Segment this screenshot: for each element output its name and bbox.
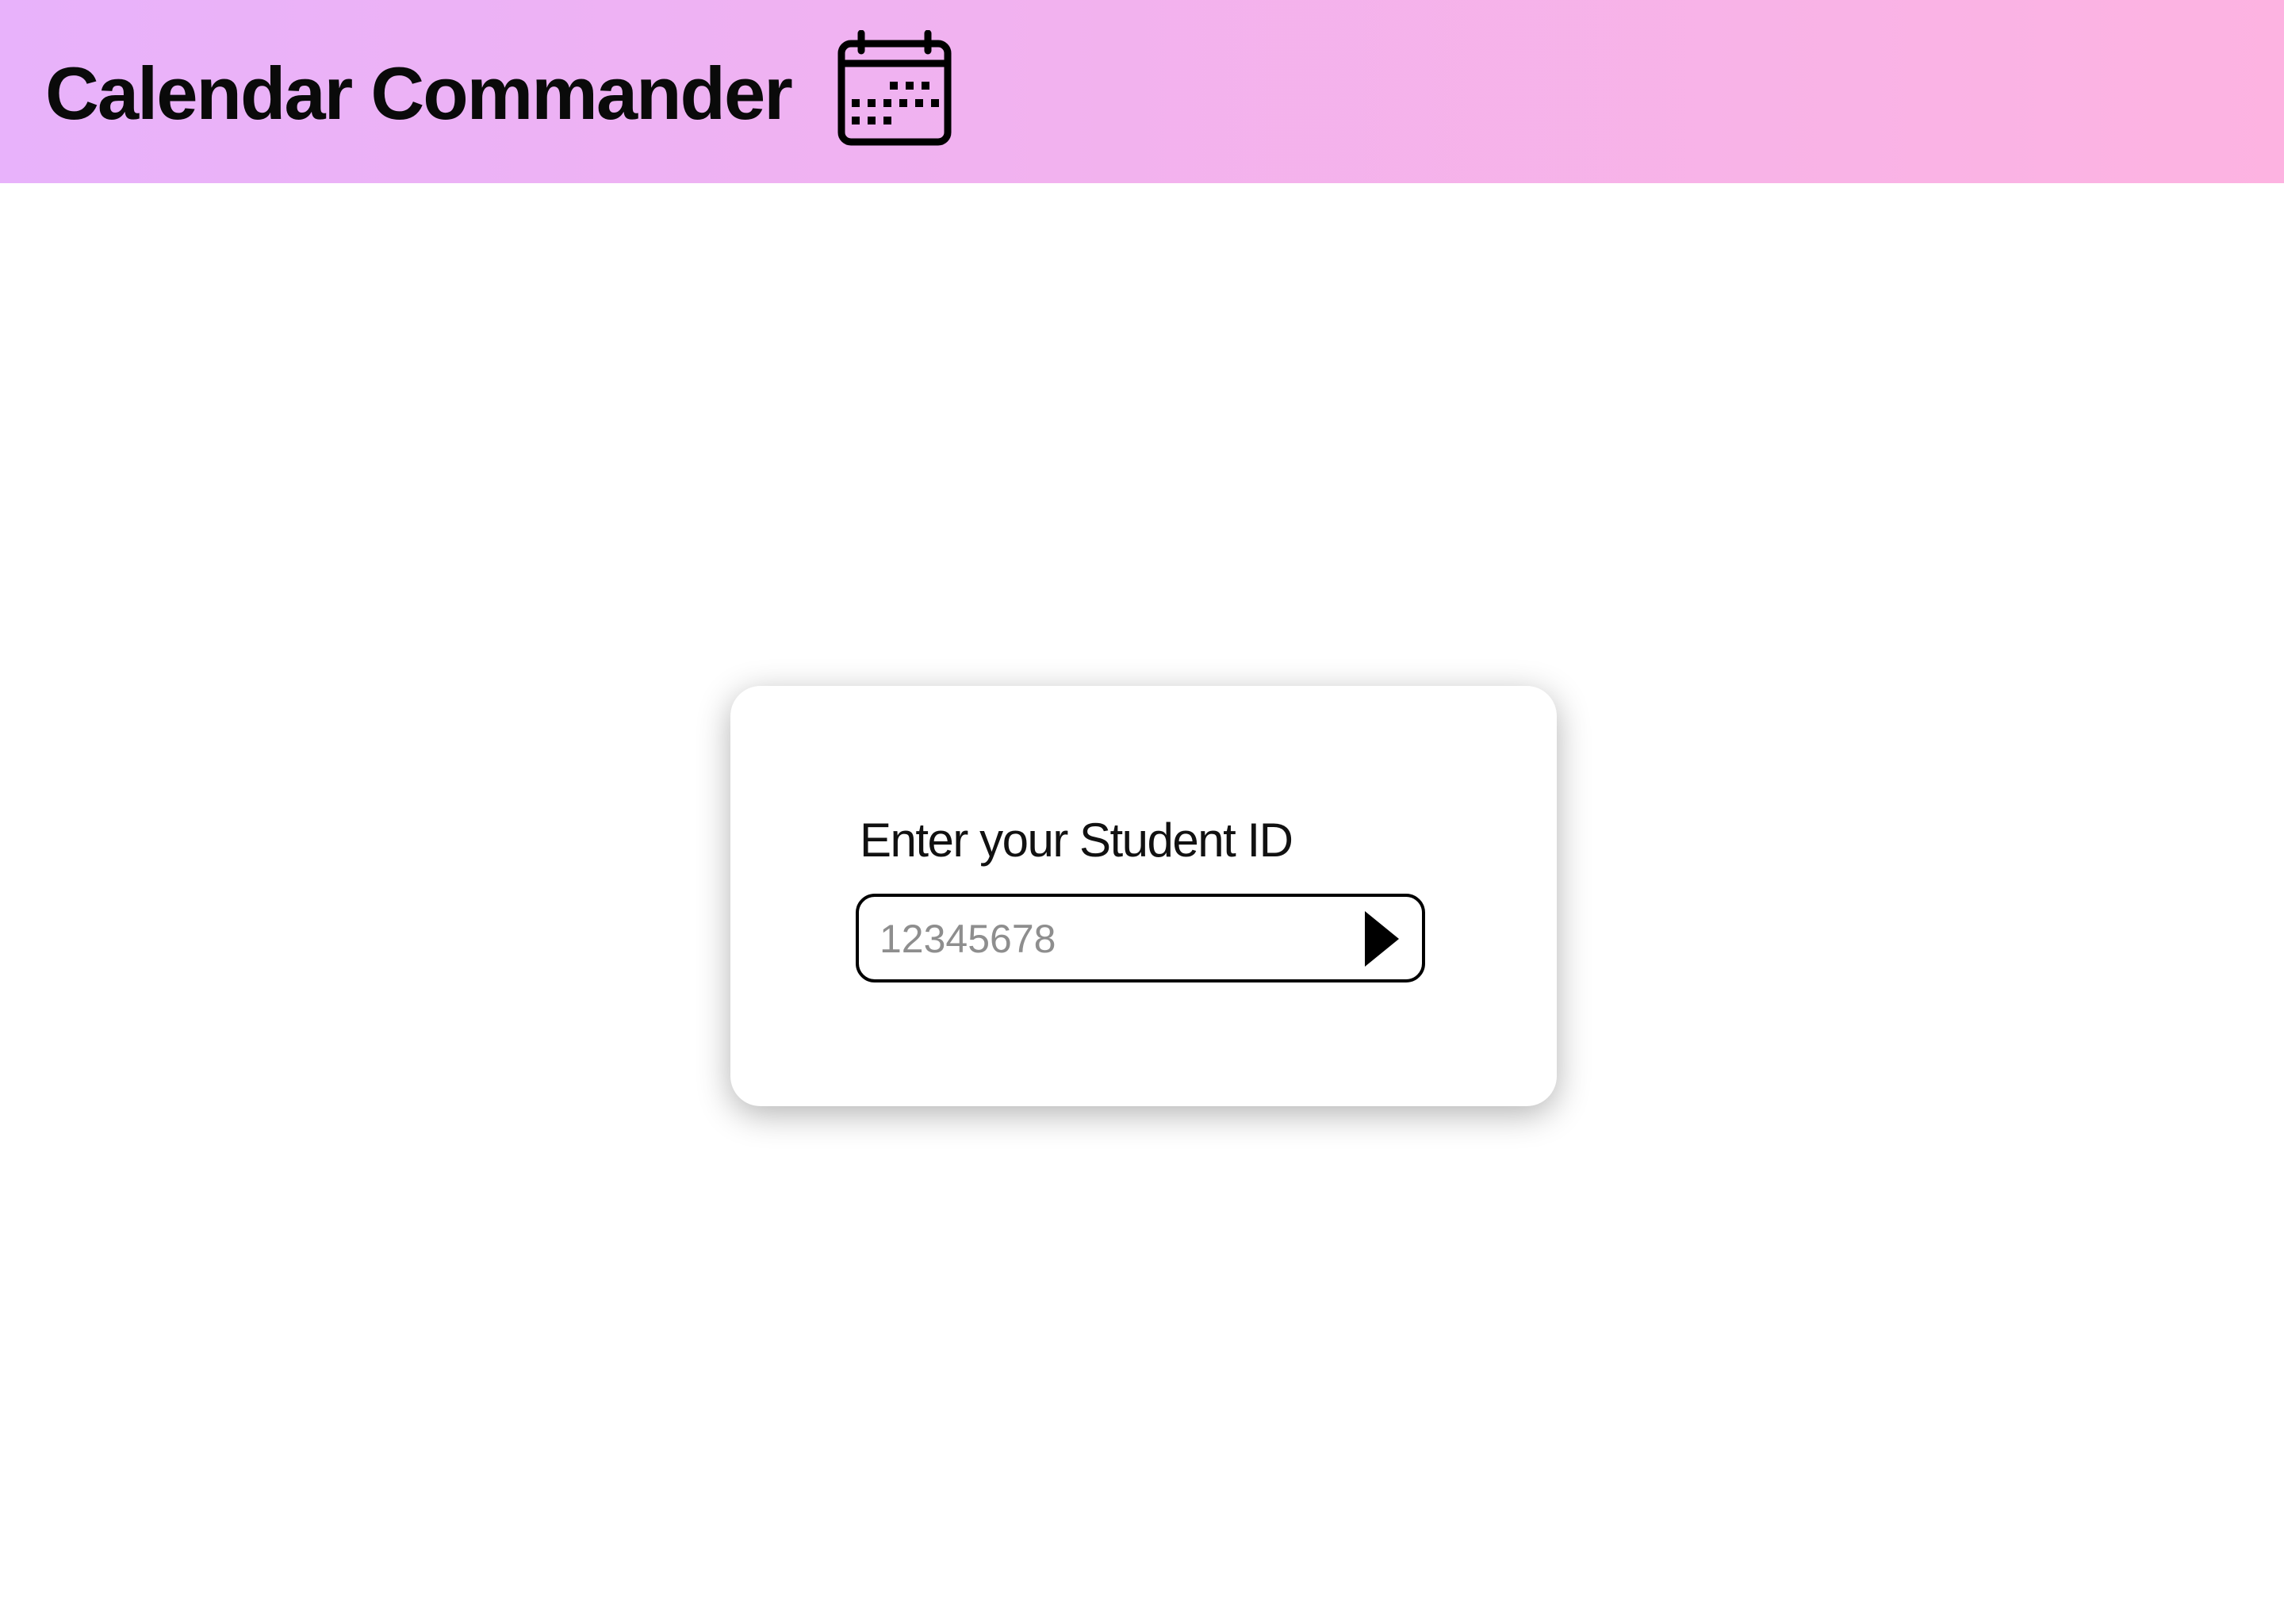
submit-button[interactable] — [1347, 911, 1409, 967]
student-id-input-box — [856, 894, 1425, 982]
play-arrow-icon — [1365, 911, 1399, 967]
app-title: Calendar Commander — [45, 52, 793, 135]
student-id-input[interactable] — [879, 911, 1324, 967]
student-id-label: Enter your Student ID — [860, 814, 1293, 867]
calendar-icon — [836, 30, 953, 147]
app-header: Calendar Commander — [0, 0, 2284, 183]
